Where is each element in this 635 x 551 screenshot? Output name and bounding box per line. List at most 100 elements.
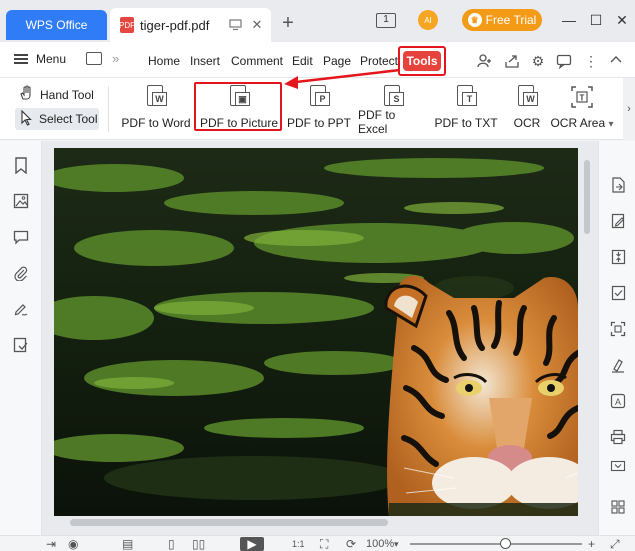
pdf-to-txt-icon: T <box>453 84 479 110</box>
grid-apps-icon[interactable] <box>610 499 626 515</box>
checklist-icon[interactable] <box>610 285 626 301</box>
pdf-file-icon: PDF <box>119 17 135 33</box>
two-page-icon[interactable]: ▯▯ <box>192 537 205 551</box>
scan-area-icon[interactable] <box>610 321 626 337</box>
export-pdf-icon[interactable] <box>610 177 626 193</box>
pdf-to-ppt-icon: P <box>306 84 332 110</box>
ocr-area-label-row: OCR Area ▾ <box>550 116 613 130</box>
select-tool-button[interactable]: Select Tool <box>15 108 99 130</box>
signature-icon[interactable] <box>13 301 29 319</box>
bookmark-icon[interactable] <box>13 157 29 175</box>
continuous-page-icon[interactable]: ▯ <box>168 537 175 551</box>
pdf-to-picture-highlight-box <box>194 82 282 131</box>
pdf-to-excel-label: PDF to Excel <box>358 108 396 136</box>
single-page-icon[interactable]: ▤ <box>122 537 133 551</box>
menu-comment[interactable]: Comment <box>231 54 283 68</box>
tab-document-label: tiger-pdf.pdf <box>140 17 210 33</box>
close-tab-icon[interactable]: ✕ <box>249 17 265 33</box>
tab-document[interactable]: PDF tiger-pdf.pdf ✕ <box>110 8 271 42</box>
open-folder-icon[interactable] <box>86 52 102 65</box>
pdf-to-ppt-button[interactable]: P PDF to PPT <box>287 82 351 136</box>
compress-icon[interactable] <box>610 249 626 265</box>
svg-text:A: A <box>615 397 621 407</box>
double-chevron-icon[interactable]: » <box>112 51 119 66</box>
fullscreen-icon[interactable]: ⤢ <box>610 537 620 551</box>
ocr-icon: W <box>514 84 540 110</box>
pdf-to-txt-label: PDF to TXT <box>434 116 498 130</box>
eye-view-icon[interactable]: ◉ <box>68 537 78 551</box>
ocr-area-label: OCR Area <box>550 116 606 130</box>
ribbon-scroll-right-button[interactable]: › <box>623 78 635 140</box>
title-bar: WPS Office PDF tiger-pdf.pdf ✕ + 1 AI ♛ … <box>0 0 635 42</box>
translate-icon[interactable]: A <box>610 393 626 409</box>
menu-bar: Menu » Home Insert Comment Edit Page Pro… <box>0 42 635 78</box>
ocr-area-button[interactable]: T OCR Area ▾ <box>550 82 614 136</box>
fit-width-icon[interactable]: ⛶ <box>320 537 328 551</box>
share-user-icon[interactable] <box>476 53 492 69</box>
settings-gear-icon[interactable]: ⚙ <box>530 53 546 69</box>
pdf-to-word-label: PDF to Word <box>121 116 191 130</box>
play-slideshow-icon[interactable]: ▶ <box>240 537 264 551</box>
pdf-to-excel-button[interactable]: S PDF to Excel <box>358 82 428 136</box>
zoom-slider-track[interactable] <box>410 543 582 545</box>
thumbnail-image-icon[interactable] <box>13 193 29 211</box>
fit-page-icon[interactable]: ⇥ <box>46 537 56 551</box>
window-count-badge[interactable]: 1 <box>376 13 396 28</box>
comment-icon[interactable] <box>13 229 29 247</box>
close-window-button[interactable]: ✕ <box>614 12 630 28</box>
export-icon[interactable] <box>504 53 520 69</box>
zoom-dropdown-icon[interactable]: ▾ <box>394 537 399 551</box>
maximize-button[interactable]: ☐ <box>588 12 604 28</box>
zoom-slider-handle[interactable] <box>500 538 511 549</box>
rotate-icon[interactable]: ⟳ <box>346 537 356 551</box>
zoom-in-icon[interactable]: + <box>588 537 595 551</box>
horizontal-scrollbar-thumb[interactable] <box>70 519 388 526</box>
status-bar: ⇥ ◉ ▤ ▯ ▯▯ ▶ 1:1 ⛶ ⟳ 100% ▾ + ⤢ <box>0 535 635 551</box>
more-options-icon[interactable]: ⋮ <box>583 53 599 69</box>
ocr-area-icon: T <box>569 84 595 110</box>
free-trial-button[interactable]: ♛ Free Trial <box>462 9 542 31</box>
main-menu-label: Menu <box>36 52 67 66</box>
fill-sign-icon[interactable] <box>610 357 626 373</box>
feedback-icon[interactable] <box>556 53 572 70</box>
menu-insert[interactable]: Insert <box>190 54 220 68</box>
page-navigation-icon[interactable] <box>13 337 29 355</box>
new-tab-button[interactable]: + <box>278 13 298 34</box>
zoom-level[interactable]: 100% <box>366 537 394 551</box>
edit-document-icon[interactable] <box>610 213 626 229</box>
sidebar-expand-icon[interactable] <box>610 459 626 475</box>
menu-edit[interactable]: Edit <box>292 54 313 68</box>
ocr-label: OCR <box>513 116 541 130</box>
menu-home[interactable]: Home <box>148 54 180 68</box>
menu-protect[interactable]: Protect <box>360 54 398 68</box>
pdf-to-excel-icon: S <box>380 84 406 106</box>
ribbon-divider <box>108 86 109 132</box>
actual-size-button[interactable]: 1:1 <box>292 537 305 551</box>
hamburger-icon <box>14 54 28 64</box>
print-icon[interactable] <box>610 429 626 445</box>
pdf-page-tiger-image[interactable] <box>54 148 578 516</box>
cursor-arrow-icon <box>19 109 33 129</box>
tab-wps-office[interactable]: WPS Office <box>6 10 107 40</box>
attachment-icon[interactable] <box>13 265 29 283</box>
left-sidebar <box>0 141 42 535</box>
ocr-button[interactable]: W OCR <box>508 82 546 136</box>
main-menu-button[interactable]: Menu <box>14 52 66 66</box>
svg-text:T: T <box>580 94 585 103</box>
avatar[interactable]: AI <box>418 10 438 30</box>
ocr-area-dropdown-icon[interactable]: ▾ <box>609 119 614 130</box>
menu-page[interactable]: Page <box>323 54 351 68</box>
right-sidebar: A <box>598 141 635 535</box>
minimize-button[interactable]: — <box>561 12 577 28</box>
tab-wps-label: WPS Office <box>25 18 88 32</box>
pdf-to-ppt-label: PDF to PPT <box>287 116 352 130</box>
pdf-to-txt-button[interactable]: T PDF to TXT <box>434 82 498 136</box>
pdf-to-word-button[interactable]: W PDF to Word <box>120 82 192 136</box>
tools-highlight-box <box>398 46 446 76</box>
free-trial-label: Free Trial <box>485 13 537 27</box>
hand-tool-button[interactable]: Hand Tool <box>18 85 94 104</box>
monitor-icon[interactable] <box>227 17 243 33</box>
vertical-scrollbar-thumb[interactable] <box>584 160 590 234</box>
crown-icon: ♛ <box>467 13 482 27</box>
collapse-ribbon-icon[interactable] <box>608 53 624 69</box>
